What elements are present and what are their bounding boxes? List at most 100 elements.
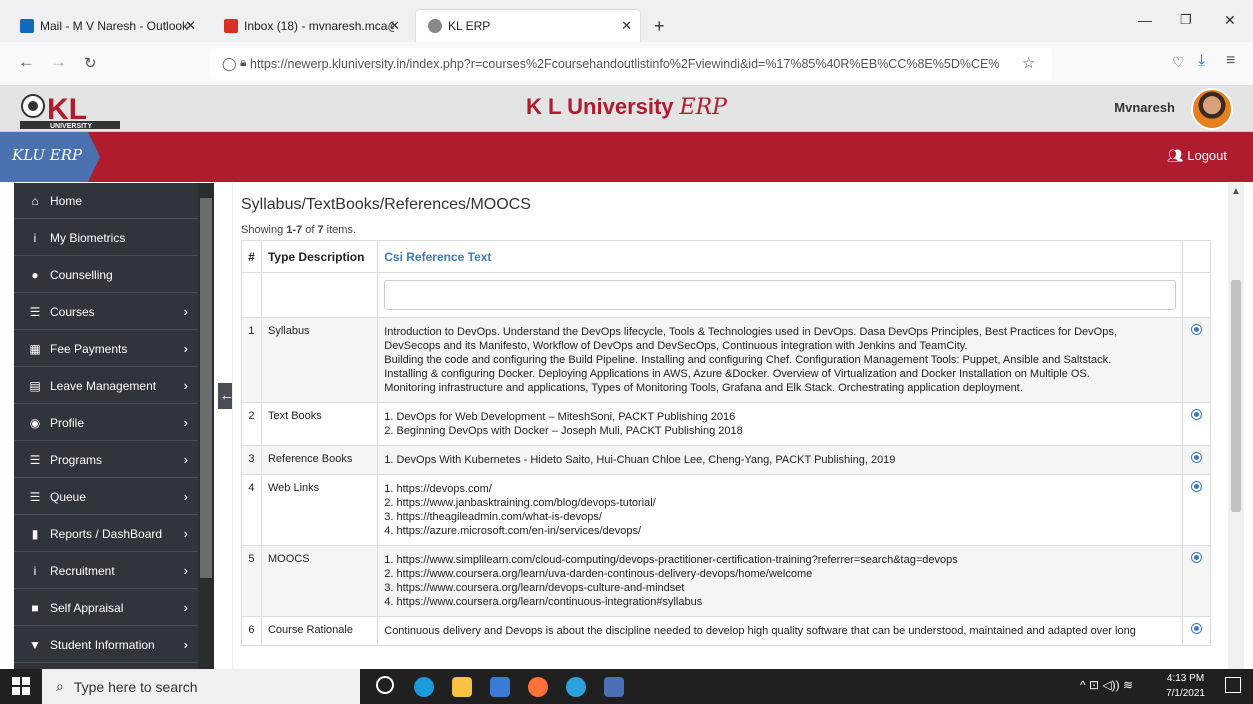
menu-icon[interactable]: ≡ bbox=[1226, 52, 1235, 70]
row-number: 1 bbox=[241, 317, 262, 403]
cortana-icon[interactable] bbox=[376, 676, 394, 694]
row-number: 2 bbox=[241, 402, 262, 446]
page-scroll-thumb[interactable] bbox=[1231, 280, 1241, 512]
row-number: 4 bbox=[241, 474, 262, 546]
erp-gear-icon bbox=[428, 19, 442, 33]
col-header-actions bbox=[1182, 240, 1211, 273]
sidebar-item-fee-payments[interactable]: ▦ Fee Payments › bbox=[14, 331, 198, 367]
avatar[interactable] bbox=[1191, 88, 1233, 130]
tab-kl-erp[interactable]: KL ERP ✕ bbox=[416, 10, 640, 42]
reload-icon[interactable]: ↻ bbox=[84, 54, 97, 72]
sidebar-item-courses[interactable]: ☰ Courses › bbox=[14, 294, 198, 330]
chevron-right-icon: › bbox=[183, 304, 188, 319]
sidebar-item-home[interactable]: ⌂ Home bbox=[14, 183, 198, 219]
app-title-suffix: ERP bbox=[679, 95, 727, 120]
list-icon: ☰ bbox=[29, 452, 41, 467]
close-tab-icon[interactable]: ✕ bbox=[389, 18, 400, 34]
row-type: Reference Books bbox=[260, 445, 379, 475]
col-header-reference-text[interactable]: Csi Reference Text bbox=[377, 240, 1184, 273]
app-title: K L University ERP bbox=[526, 94, 727, 120]
back-icon[interactable]: ← bbox=[18, 52, 35, 72]
taskbar-clock[interactable]: 4:13 PM 7/1/2021 bbox=[1166, 671, 1205, 701]
list-icon: ☰ bbox=[29, 304, 41, 319]
chevron-right-icon: › bbox=[183, 600, 188, 615]
sidebar: ⌂ Home i My Biometrics ● Counselling ☰ Cours… bbox=[14, 183, 214, 669]
app-icon[interactable] bbox=[604, 677, 624, 697]
new-tab-button[interactable]: + bbox=[654, 16, 665, 37]
reference-text-filter-input[interactable] bbox=[384, 280, 1177, 310]
address-bar[interactable]: ◯ 🔒︎ https://newerp.kluniversity.in/inde… bbox=[210, 48, 1052, 80]
table-row: 4 Web Links 1. https://devops.com/ 2. ht… bbox=[241, 474, 1211, 546]
app-navbar bbox=[0, 132, 1253, 182]
close-window-icon[interactable]: ✕ bbox=[1224, 12, 1236, 29]
sidebar-item-programs[interactable]: ☰ Programs › bbox=[14, 442, 198, 478]
sidebar-item-self-appraisal[interactable]: ■ Self Appraisal › bbox=[14, 590, 198, 626]
sidebar-item-counselling[interactable]: ● Counselling bbox=[14, 257, 198, 293]
logout-button[interactable]: 👥︎ Logout bbox=[1167, 148, 1227, 164]
brand-link[interactable]: KLU ERP bbox=[0, 132, 100, 182]
sidebar-item-leave-management[interactable]: ▤ Leave Management › bbox=[14, 368, 198, 404]
row-reference-text: 1. https://www.simplilearn.com/cloud-com… bbox=[377, 545, 1184, 617]
users-icon: ● bbox=[31, 267, 39, 282]
close-tab-icon[interactable]: ✕ bbox=[621, 18, 632, 34]
browser-tab-bar: Mail - M V Naresh - Outlook ✕ Inbox (18)… bbox=[0, 0, 1253, 42]
notification-icon[interactable] bbox=[1225, 677, 1241, 693]
edge-icon[interactable] bbox=[414, 677, 434, 697]
taskbar-search-input[interactable]: ⌕ Type here to search bbox=[42, 669, 360, 704]
windows-start-icon[interactable] bbox=[12, 677, 30, 695]
row-type: MOOCS bbox=[260, 545, 379, 617]
view-eye-icon[interactable] bbox=[1192, 453, 1202, 462]
view-eye-icon[interactable] bbox=[1192, 482, 1202, 491]
chevron-right-icon: › bbox=[183, 563, 188, 578]
row-type: Syllabus bbox=[260, 317, 379, 403]
sidebar-item-student-information[interactable]: ▼ Student Information › bbox=[14, 627, 198, 663]
telegram-icon[interactable] bbox=[566, 677, 586, 697]
download-icon[interactable]: ⤓ bbox=[1198, 52, 1205, 70]
tab-outlook[interactable]: Mail - M V Naresh - Outlook ✕ bbox=[8, 10, 204, 42]
search-icon: ⌕ bbox=[56, 678, 64, 694]
sidebar-item-recruitment[interactable]: i Recruitment › bbox=[14, 553, 198, 589]
sidebar-item-reports-dashboard[interactable]: ▮ Reports / DashBoard › bbox=[14, 516, 198, 552]
chevron-right-icon: › bbox=[183, 489, 188, 504]
table-row: 2 Text Books 1. DevOps for Web Developme… bbox=[241, 402, 1211, 446]
forward-icon[interactable]: → bbox=[50, 52, 67, 72]
doc-icon: ▤ bbox=[29, 378, 41, 393]
reference-table: # Type Description Csi Reference Text 1 … bbox=[241, 240, 1211, 646]
system-tray-icons[interactable]: ^ ⊡ ◁)) ≋ bbox=[1080, 678, 1133, 692]
row-number: 5 bbox=[241, 545, 262, 617]
minimize-icon[interactable]: — bbox=[1138, 12, 1152, 28]
restore-icon[interactable]: ❐ bbox=[1180, 12, 1192, 28]
row-reference-text: Introduction to DevOps. Understand the D… bbox=[377, 317, 1184, 403]
sidebar-item-profile[interactable]: ◉ Profile › bbox=[14, 405, 198, 441]
chevron-right-icon: › bbox=[183, 378, 188, 393]
sidebar-item-my-biometrics[interactable]: i My Biometrics bbox=[14, 220, 198, 256]
svg-text:UNIVERSITY: UNIVERSITY bbox=[50, 123, 92, 130]
bookmark-star-icon[interactable]: ☆ bbox=[1022, 54, 1035, 72]
calendar-icon: ▦ bbox=[29, 341, 41, 356]
view-eye-icon[interactable] bbox=[1192, 325, 1202, 334]
sidebar-scroll-thumb[interactable] bbox=[200, 198, 212, 578]
view-eye-icon[interactable] bbox=[1192, 553, 1202, 562]
username-label[interactable]: Mvnaresh bbox=[1114, 100, 1175, 115]
row-type: Course Rationale bbox=[260, 616, 379, 646]
pocket-icon[interactable]: ♡ bbox=[1172, 54, 1185, 71]
lock-icon: 🔒︎ bbox=[240, 55, 247, 69]
file-explorer-icon[interactable] bbox=[452, 677, 472, 697]
close-tab-icon[interactable]: ✕ bbox=[185, 18, 196, 34]
row-type: Text Books bbox=[260, 402, 379, 446]
chevron-right-icon: › bbox=[183, 526, 188, 541]
row-reference-text: 1. https://devops.com/ 2. https://www.ja… bbox=[377, 474, 1184, 546]
tab-gmail[interactable]: Inbox (18) - mvnaresh.mca@gm ✕ bbox=[212, 10, 408, 42]
page-title: Syllabus/TextBooks/References/MOOCS bbox=[241, 196, 531, 213]
sidebar-item-queue[interactable]: ☰ Queue › bbox=[14, 479, 198, 515]
row-type: Web Links bbox=[260, 474, 379, 546]
firefox-icon[interactable] bbox=[528, 677, 548, 697]
table-row: 6 Course Rationale Continuous delivery a… bbox=[241, 616, 1211, 646]
scroll-up-icon[interactable]: ▲ bbox=[1231, 186, 1241, 197]
store-icon[interactable] bbox=[490, 677, 510, 697]
row-number: 3 bbox=[241, 445, 262, 475]
lock-icon: ■ bbox=[31, 600, 39, 615]
view-eye-icon[interactable] bbox=[1192, 624, 1202, 633]
view-eye-icon[interactable] bbox=[1192, 410, 1202, 419]
row-number: 6 bbox=[241, 616, 262, 646]
